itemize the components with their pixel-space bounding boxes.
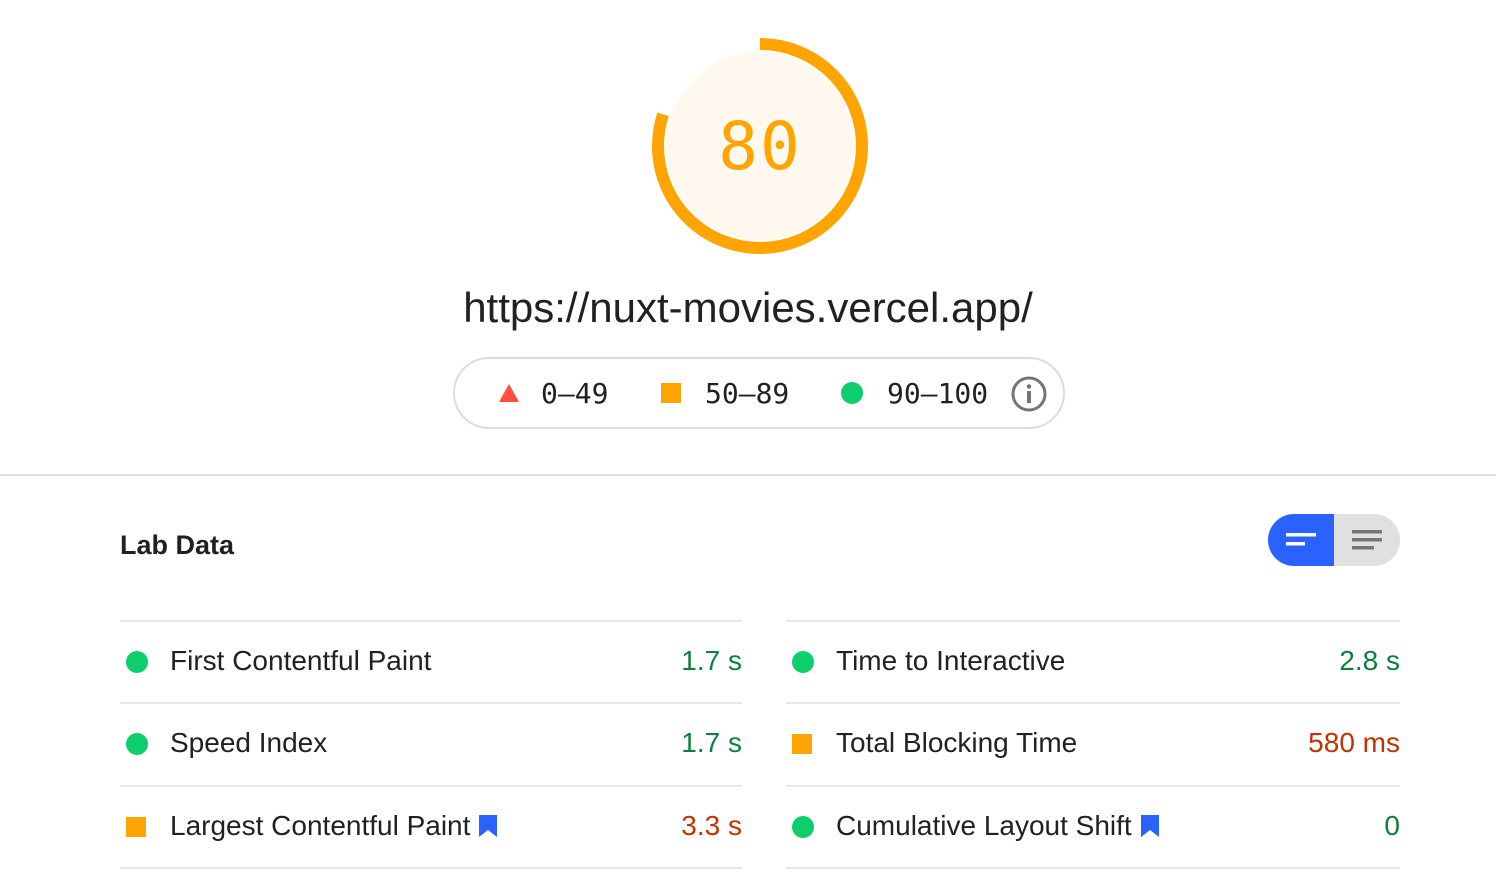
metric-label: First Contentful Paint bbox=[170, 645, 432, 676]
metric-value: 2.8 s bbox=[1339, 645, 1400, 676]
section-title: Lab Data bbox=[120, 530, 235, 560]
row-divider bbox=[120, 867, 742, 869]
bookmark-icon bbox=[1140, 815, 1159, 837]
bar-view-button[interactable] bbox=[1268, 514, 1334, 566]
legend-average-label: 50–89 bbox=[705, 376, 790, 410]
tested-url: https://nuxt-movies.vercel.app/ bbox=[463, 284, 1033, 331]
metric-value: 580 ms bbox=[1308, 727, 1400, 758]
legend-fail-label: 0–49 bbox=[541, 376, 609, 410]
pass-circle-icon bbox=[126, 733, 148, 755]
metric-first-contentful-paint: First Contentful Paint 1.7 s bbox=[120, 621, 742, 701]
metric-value: 1.7 s bbox=[681, 645, 742, 676]
metric-cumulative-layout-shift: Cumulative Layout Shift 0 bbox=[786, 786, 1400, 866]
performance-score-value: 80 bbox=[718, 107, 802, 185]
average-square-icon bbox=[126, 817, 146, 837]
metric-label: Speed Index bbox=[170, 727, 328, 758]
pass-circle-icon bbox=[792, 816, 814, 838]
pass-circle-icon bbox=[792, 651, 814, 673]
metric-total-blocking-time: Total Blocking Time 580 ms bbox=[786, 703, 1400, 783]
legend-average: 50–89 bbox=[661, 359, 789, 427]
metric-time-to-interactive: Time to Interactive 2.8 s bbox=[786, 621, 1400, 701]
bar-view-icon bbox=[1286, 533, 1316, 546]
metric-value: 1.7 s bbox=[681, 727, 742, 758]
metric-speed-index: Speed Index 1.7 s bbox=[120, 703, 742, 783]
average-square-icon bbox=[661, 383, 681, 403]
view-toggle bbox=[1268, 514, 1400, 566]
bookmark-icon bbox=[479, 815, 498, 837]
performance-score-gauge: 80 bbox=[650, 36, 870, 256]
score-scale-legend: 0–49 50–89 90–100 bbox=[453, 357, 1065, 429]
metric-label: Total Blocking Time bbox=[836, 727, 1078, 758]
info-icon[interactable] bbox=[1011, 376, 1047, 412]
legend-fail: 0–49 bbox=[499, 359, 608, 427]
metric-largest-contentful-paint: Largest Contentful Paint 3.3 s bbox=[120, 786, 742, 866]
metric-label: Largest Contentful Paint bbox=[170, 786, 498, 866]
pass-circle-icon bbox=[841, 382, 863, 404]
list-view-button[interactable] bbox=[1334, 514, 1400, 566]
fail-triangle-icon bbox=[499, 384, 519, 402]
section-divider bbox=[0, 474, 1496, 476]
average-square-icon bbox=[792, 734, 812, 754]
legend-pass: 90–100 bbox=[841, 359, 988, 427]
metric-label: Cumulative Layout Shift bbox=[836, 786, 1160, 866]
metric-value: 3.3 s bbox=[681, 810, 742, 841]
metric-label: Time to Interactive bbox=[836, 645, 1066, 676]
legend-pass-label: 90–100 bbox=[887, 376, 989, 410]
pass-circle-icon bbox=[126, 651, 148, 673]
row-divider bbox=[786, 867, 1400, 869]
metric-value: 0 bbox=[1384, 810, 1400, 841]
list-view-icon bbox=[1352, 530, 1382, 550]
